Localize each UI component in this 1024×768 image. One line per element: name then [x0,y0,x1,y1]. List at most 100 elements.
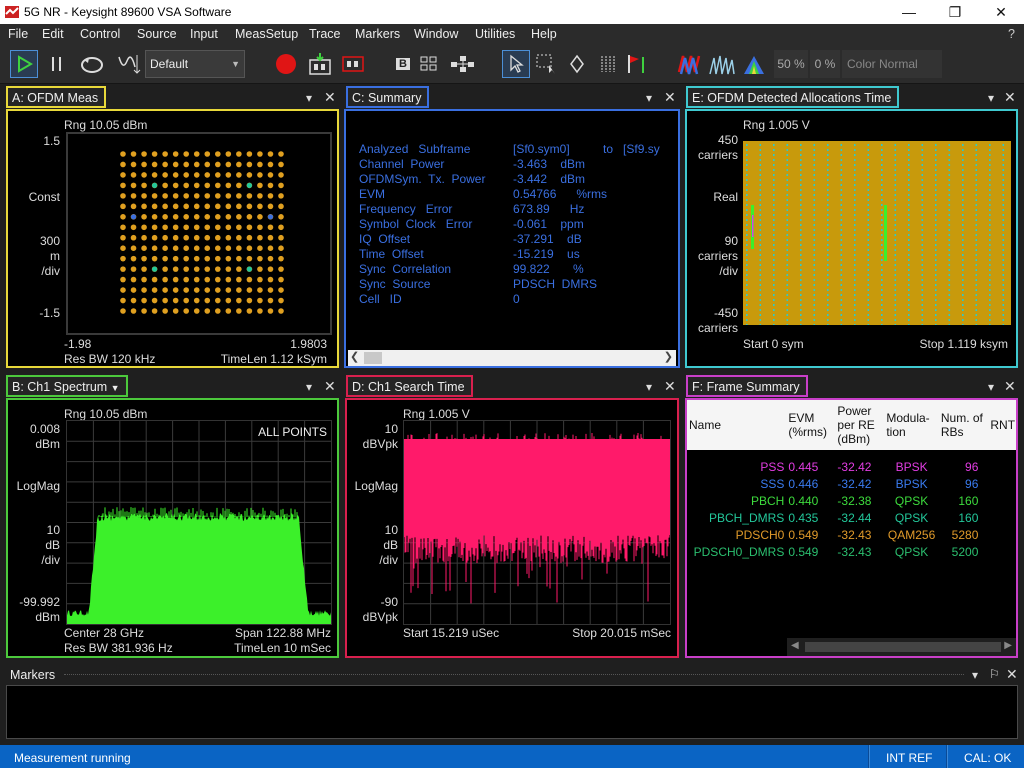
network-button[interactable] [448,50,476,78]
panel-e-menu-icon[interactable]: ▾ [988,91,994,105]
marker-tool-button[interactable] [564,50,590,78]
allocation-dmrs [813,319,816,321]
panel-f-menu-icon[interactable]: ▾ [988,380,994,394]
allocation-dmrs [975,304,978,306]
allocation-dmrs [935,254,937,256]
menu-help[interactable]: Help [531,27,557,41]
panel-a-menu-icon[interactable]: ▾ [306,91,312,105]
panel-f-close-icon[interactable]: ✕ [1004,378,1016,395]
panel-c-close-icon[interactable]: ✕ [664,89,676,106]
menu-utilities[interactable]: Utilities [475,27,515,41]
auto-range-button[interactable] [116,50,142,78]
preset-dropdown[interactable]: Default ▼ [145,50,245,78]
panel-b-menu-icon[interactable]: ▾ [306,380,312,394]
allocation-dmrs [1002,274,1005,276]
scroll-left-icon[interactable]: ◀ [791,640,799,651]
constellation-point [236,172,242,178]
menu-window[interactable]: Window [414,27,458,41]
allocation-dmrs [746,234,748,236]
markers-menu-icon[interactable]: ▾ [972,668,978,682]
table-row[interactable]: SSS 0.446 -32.42 BPSK 96 [687,475,1016,492]
constellation-plot[interactable] [66,132,332,335]
flag-marker-button[interactable] [624,50,650,78]
column-header[interactable]: Num. of RBs [939,400,989,450]
color-mode-dropdown[interactable]: Color Normal [842,50,942,78]
menu-source[interactable]: Source [137,27,177,41]
play-button[interactable] [10,50,38,78]
panel-e-close-icon[interactable]: ✕ [1004,89,1016,106]
band-marker-button[interactable] [596,50,620,78]
menu-meassetup[interactable]: MeasSetup [235,27,298,41]
column-header[interactable]: Power per RE (dBm) [835,400,884,450]
scroll-left-icon[interactable]: ❮ [350,350,359,363]
scroll-right-icon[interactable]: ❯ [664,350,673,363]
constellation-point [172,224,179,231]
pin-icon[interactable]: ⚐ [989,667,1000,681]
summary-hscrollbar[interactable]: ❮ ❯ [348,350,676,366]
recording-button[interactable] [340,50,368,78]
panel-b-close-icon[interactable]: ✕ [324,378,336,395]
restore-button[interactable]: ❐ [932,2,978,22]
menu-trace[interactable]: Trace [309,27,341,41]
help-icon[interactable]: ? [1008,27,1015,41]
column-header[interactable]: Modula- tion [884,400,939,450]
pause-button[interactable] [44,50,70,78]
bold-markers-button[interactable]: B [392,50,414,78]
allocations-plot[interactable] [743,141,1011,326]
scroll-thumb[interactable] [364,352,382,364]
pointer-tool-button[interactable] [502,50,530,78]
column-header[interactable]: RNT [988,400,1016,450]
restart-button[interactable] [78,50,106,78]
panel-b-tab[interactable]: B: Ch1 Spectrum ▼ [6,375,128,397]
panel-a-close-icon[interactable]: ✕ [324,89,336,106]
table-row[interactable]: PSS 0.445 -32.42 BPSK 96 [687,458,1016,475]
menu-control[interactable]: Control [80,27,120,41]
menu-input[interactable]: Input [190,27,218,41]
record-button[interactable] [272,50,300,78]
layout-button[interactable] [416,50,442,78]
menu-edit[interactable]: Edit [42,27,64,41]
table-row[interactable]: PDSCH0_DMRS 0.549 -32.43 QPSK 5200 [687,543,1016,560]
capture-button[interactable] [306,50,334,78]
scroll-right-icon[interactable]: ▶ [1004,640,1012,651]
scroll-thumb[interactable] [805,642,1001,652]
allocation-dmrs [881,284,883,286]
table-row[interactable]: PBCH_DMRS 0.435 -32.44 QPSK 160 [687,509,1016,526]
panel-d-close-icon[interactable]: ✕ [664,378,676,395]
allocation-dmrs [813,184,816,186]
constellation-point [204,193,211,199]
spectrum-plot[interactable]: ALL POINTS [66,420,332,625]
table-row[interactable]: PDSCH0 0.549 -32.43 QAM256 5280 [687,526,1016,543]
allocation-dmrs [1002,229,1005,231]
trace-style-button[interactable] [708,50,736,78]
allocation-dmrs [908,269,910,271]
color-scheme-button[interactable] [676,50,704,78]
panel-a-tab[interactable]: A: OFDM Meas [6,86,107,108]
constellation-point [246,203,253,210]
allocation-dmrs [894,289,897,291]
panel-f-tab[interactable]: F: Frame Summary [686,375,808,397]
column-header[interactable]: Name [687,400,786,450]
zoom-tool-button[interactable] [534,50,560,78]
panel-c-menu-icon[interactable]: ▾ [646,91,652,105]
panel-d-tab[interactable]: D: Ch1 Search Time [346,375,473,397]
panel-d-ybot: -90 [380,595,398,609]
markers-close-icon[interactable]: ✕ [1006,666,1018,683]
frame-summary-hscrollbar[interactable]: ◀ ▶ [787,638,1016,656]
minimize-button[interactable]: — [886,2,932,22]
constellation-point [278,182,284,189]
allocation-dmrs [840,149,843,151]
menu-file[interactable]: File [8,27,28,41]
summary-value: -0.061 ppm [513,217,584,231]
table-row[interactable]: PBCH 0.440 -32.38 QPSK 160 [687,492,1016,509]
allocation-dmrs [962,184,964,186]
close-button[interactable]: ✕ [978,2,1024,22]
panel-c-tab[interactable]: C: Summary [346,86,430,108]
restart-icon [81,57,103,73]
panel-e-tab[interactable]: E: OFDM Detected Allocations Time [686,86,900,108]
search-time-plot[interactable] [403,420,671,625]
column-header[interactable]: EVM (%rms) [786,400,835,450]
panel-d-menu-icon[interactable]: ▾ [646,380,652,394]
menu-markers[interactable]: Markers [355,27,400,41]
persistence-button[interactable] [740,50,768,78]
